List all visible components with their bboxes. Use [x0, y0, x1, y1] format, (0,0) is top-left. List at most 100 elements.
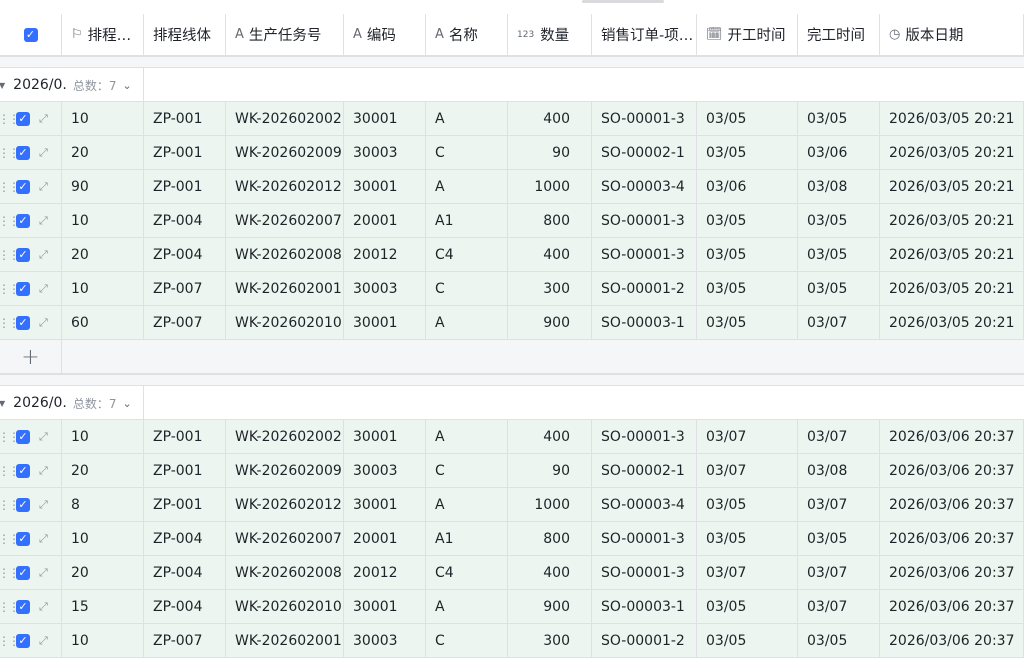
table-cell[interactable]: A	[426, 590, 508, 623]
table-cell[interactable]: 03/05	[798, 624, 880, 657]
table-cell[interactable]: 03/05	[697, 136, 798, 169]
table-cell[interactable]: SO-00001-3	[592, 204, 697, 237]
table-cell[interactable]: 03/07	[798, 306, 880, 339]
table-cell[interactable]: SO-00001-2	[592, 624, 697, 657]
table-cell[interactable]: 400	[508, 238, 592, 271]
collapse-caret-icon[interactable]: ▼	[0, 81, 5, 90]
table-cell[interactable]: ZP-004	[144, 238, 226, 271]
row-checkbox[interactable]: ✓	[16, 633, 30, 648]
table-cell[interactable]: ZP-004	[144, 204, 226, 237]
table-cell[interactable]: C4	[426, 556, 508, 589]
column-header-2[interactable]: 排程线体	[144, 14, 226, 55]
table-cell[interactable]: 10	[62, 204, 144, 237]
table-cell[interactable]: C	[426, 624, 508, 657]
row-checkbox[interactable]: ✓	[16, 213, 30, 228]
row-select-cell[interactable]: ⋮⋮ ✓ ⤢	[0, 272, 62, 305]
table-row[interactable]: ⋮⋮ ✓ ⤢ 10 ZP-001 WK-202602002 30001 A 400 SO-0000…	[0, 102, 1024, 136]
table-cell[interactable]: 400	[508, 102, 592, 135]
row-select-cell[interactable]: ⋮⋮ ✓ ⤢	[0, 238, 62, 271]
row-select-cell[interactable]: ⋮⋮ ✓ ⤢	[0, 454, 62, 487]
table-cell[interactable]: 20001	[344, 522, 426, 555]
table-cell[interactable]: 20	[62, 454, 144, 487]
table-cell[interactable]: 10	[62, 522, 144, 555]
table-cell[interactable]: 400	[508, 420, 592, 453]
table-row[interactable]: ⋮⋮ ✓ ⤢ 10 ZP-004 WK-202602007 20001 A1 800 SO-000…	[0, 204, 1024, 238]
group-header-row[interactable]: ▼ 2026/0. 总数：7 ⌄	[0, 68, 1024, 102]
table-cell[interactable]: 20	[62, 136, 144, 169]
table-cell[interactable]: ZP-001	[144, 170, 226, 203]
row-select-cell[interactable]: ⋮⋮ ✓ ⤢	[0, 624, 62, 657]
table-cell[interactable]: 15	[62, 590, 144, 623]
table-cell[interactable]: 2026/03/05 20:21	[880, 238, 1024, 271]
table-cell[interactable]: SO-00001-2	[592, 272, 697, 305]
table-cell[interactable]: 20012	[344, 556, 426, 589]
table-cell[interactable]: WK-202602012	[226, 170, 344, 203]
expand-row-icon[interactable]: ⤢	[39, 430, 48, 444]
table-cell[interactable]: 2026/03/05 20:21	[880, 306, 1024, 339]
table-cell[interactable]: 03/08	[798, 454, 880, 487]
table-row[interactable]: ⋮⋮ ✓ ⤢ 15 ZP-004 WK-202602010 30001 A 900 SO-0000…	[0, 590, 1024, 624]
expand-row-icon[interactable]: ⤢	[39, 248, 48, 262]
table-cell[interactable]: 20	[62, 556, 144, 589]
table-cell[interactable]: 900	[508, 590, 592, 623]
table-cell[interactable]: 30003	[344, 136, 426, 169]
table-cell[interactable]: SO-00003-1	[592, 306, 697, 339]
table-cell[interactable]: 30001	[344, 590, 426, 623]
group-label[interactable]: ▼ 2026/0. 总数：7 ⌄	[0, 68, 144, 102]
table-cell[interactable]: 60	[62, 306, 144, 339]
table-row[interactable]: ⋮⋮ ✓ ⤢ 60 ZP-007 WK-202602010 30001 A 900 SO-0000…	[0, 306, 1024, 340]
table-cell[interactable]: SO-00001-3	[592, 102, 697, 135]
expand-row-icon[interactable]: ⤢	[39, 282, 48, 296]
table-cell[interactable]: 03/07	[697, 420, 798, 453]
table-cell[interactable]: ZP-004	[144, 556, 226, 589]
table-cell[interactable]: 2026/03/06 20:37	[880, 420, 1024, 453]
table-cell[interactable]: 03/05	[798, 204, 880, 237]
table-cell[interactable]: 90	[508, 136, 592, 169]
table-cell[interactable]: 20001	[344, 204, 426, 237]
drag-handle-icon[interactable]: ⋮⋮	[0, 282, 20, 296]
table-cell[interactable]: SO-00001-3	[592, 420, 697, 453]
table-cell[interactable]: 2026/03/05 20:21	[880, 204, 1024, 237]
table-cell[interactable]: WK-202602002	[226, 102, 344, 135]
table-cell[interactable]: 300	[508, 624, 592, 657]
drag-handle-icon[interactable]: ⋮⋮	[0, 316, 20, 330]
drag-handle-icon[interactable]: ⋮⋮	[0, 634, 20, 648]
chevron-down-icon[interactable]: ⌄	[123, 397, 132, 410]
table-cell[interactable]: 30003	[344, 272, 426, 305]
expand-row-icon[interactable]: ⤢	[39, 532, 48, 546]
table-cell[interactable]: WK-202602002	[226, 420, 344, 453]
table-row[interactable]: ⋮⋮ ✓ ⤢ 10 ZP-007 WK-202602001 30003 C 300 SO-0000…	[0, 272, 1024, 306]
table-cell[interactable]: 10	[62, 624, 144, 657]
row-checkbox[interactable]: ✓	[16, 281, 30, 296]
table-cell[interactable]: WK-202602001	[226, 272, 344, 305]
table-cell[interactable]: SO-00003-1	[592, 590, 697, 623]
table-cell[interactable]: 03/07	[798, 420, 880, 453]
row-select-cell[interactable]: ⋮⋮ ✓ ⤢	[0, 170, 62, 203]
table-cell[interactable]: ZP-007	[144, 306, 226, 339]
table-cell[interactable]: 03/05	[697, 204, 798, 237]
expand-row-icon[interactable]: ⤢	[39, 600, 48, 614]
expand-row-icon[interactable]: ⤢	[39, 214, 48, 228]
table-cell[interactable]: WK-202602008	[226, 238, 344, 271]
table-cell[interactable]: A1	[426, 522, 508, 555]
table-cell[interactable]: C	[426, 272, 508, 305]
select-all-checkbox[interactable]: ✓	[23, 27, 38, 42]
add-record-button[interactable]: +	[0, 340, 62, 374]
expand-row-icon[interactable]: ⤢	[39, 464, 48, 478]
row-checkbox[interactable]: ✓	[16, 315, 30, 330]
table-cell[interactable]: SO-00001-3	[592, 556, 697, 589]
row-checkbox[interactable]: ✓	[16, 179, 30, 194]
table-cell[interactable]: ZP-007	[144, 272, 226, 305]
drag-handle-icon[interactable]: ⋮⋮	[0, 146, 20, 160]
column-header-7[interactable]: 销售订单-项…	[592, 14, 697, 55]
column-header-5[interactable]: A 名称	[426, 14, 508, 55]
table-row[interactable]: ⋮⋮ ✓ ⤢ 10 ZP-007 WK-202602001 30003 C 300 SO-0000…	[0, 624, 1024, 658]
row-select-cell[interactable]: ⋮⋮ ✓ ⤢	[0, 204, 62, 237]
table-cell[interactable]: SO-00001-3	[592, 522, 697, 555]
table-cell[interactable]: SO-00001-3	[592, 238, 697, 271]
expand-row-icon[interactable]: ⤢	[39, 112, 48, 126]
table-cell[interactable]: C4	[426, 238, 508, 271]
table-cell[interactable]: 2026/03/06 20:37	[880, 488, 1024, 521]
row-select-cell[interactable]: ⋮⋮ ✓ ⤢	[0, 306, 62, 339]
row-select-cell[interactable]: ⋮⋮ ✓ ⤢	[0, 102, 62, 135]
